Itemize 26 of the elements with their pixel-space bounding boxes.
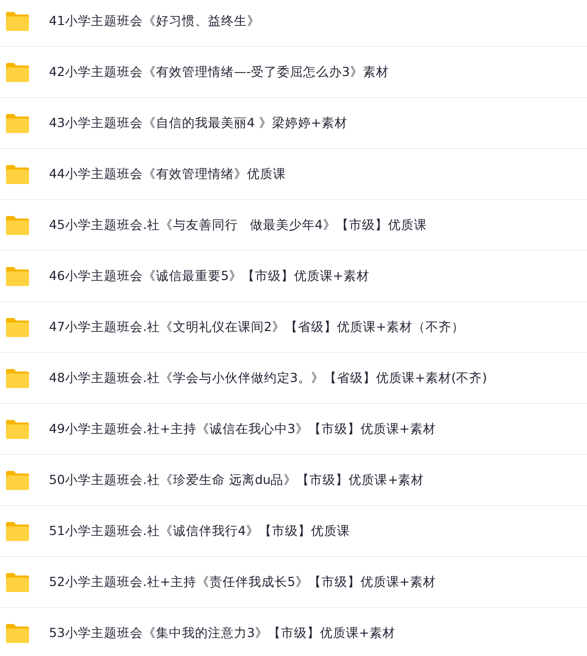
folder-icon	[5, 572, 30, 592]
folder-icon	[5, 214, 30, 236]
folder-name[interactable]: 45小学主题班会.社《与友善同行 做最美少年4》【市级】优质课	[49, 216, 427, 234]
folder-name[interactable]: 48小学主题班会.社《学会与小伙伴做约定3。》【省级】优质课+素材(不齐)	[49, 368, 488, 388]
folder-icon	[5, 10, 30, 32]
folder-icon	[5, 520, 30, 542]
folder-icon	[5, 266, 30, 286]
folder-name[interactable]: 49小学主题班会.社+主持《诚信在我心中3》【市级】优质课+素材	[49, 420, 436, 438]
folder-icon	[5, 112, 30, 134]
folder-icon	[5, 368, 30, 388]
folder-name[interactable]: 51小学主题班会.社《诚信伴我行4》【市级】优质课	[49, 522, 350, 540]
folder-icon	[5, 622, 30, 644]
folder-name[interactable]: 42小学主题班会《有效管理情绪—-受了委屈怎么办3》素材	[49, 62, 389, 82]
folder-icon	[5, 164, 30, 184]
folder-name[interactable]: 41小学主题班会《好习惯、益终生》	[49, 12, 260, 30]
folder-name[interactable]: 46小学主题班会《诚信最重要5》【市级】优质课+素材	[49, 266, 370, 286]
folder-name[interactable]: 50小学主题班会.社《珍爱生命 远离du品》【市级】优质课+素材	[49, 470, 424, 490]
folder-name[interactable]: 43小学主题班会《自信的我最美丽4 》梁婷婷+素材	[49, 114, 348, 132]
folder-name[interactable]: 53小学主题班会《集中我的注意力3》【市级】优质课+素材	[49, 624, 396, 642]
folder-icon	[5, 316, 30, 338]
folder-name[interactable]: 47小学主题班会.社《文明礼仪在课间2》【省级】优质课+素材（不齐）	[49, 318, 464, 336]
folder-name[interactable]: 44小学主题班会《有效管理情绪》优质课	[49, 164, 286, 184]
folder-icon	[5, 418, 30, 440]
folder-name[interactable]: 52小学主题班会.社+主持《责任伴我成长5》【市级】优质课+素材	[49, 572, 436, 592]
folder-icon	[5, 470, 30, 490]
folder-icon	[5, 62, 30, 82]
